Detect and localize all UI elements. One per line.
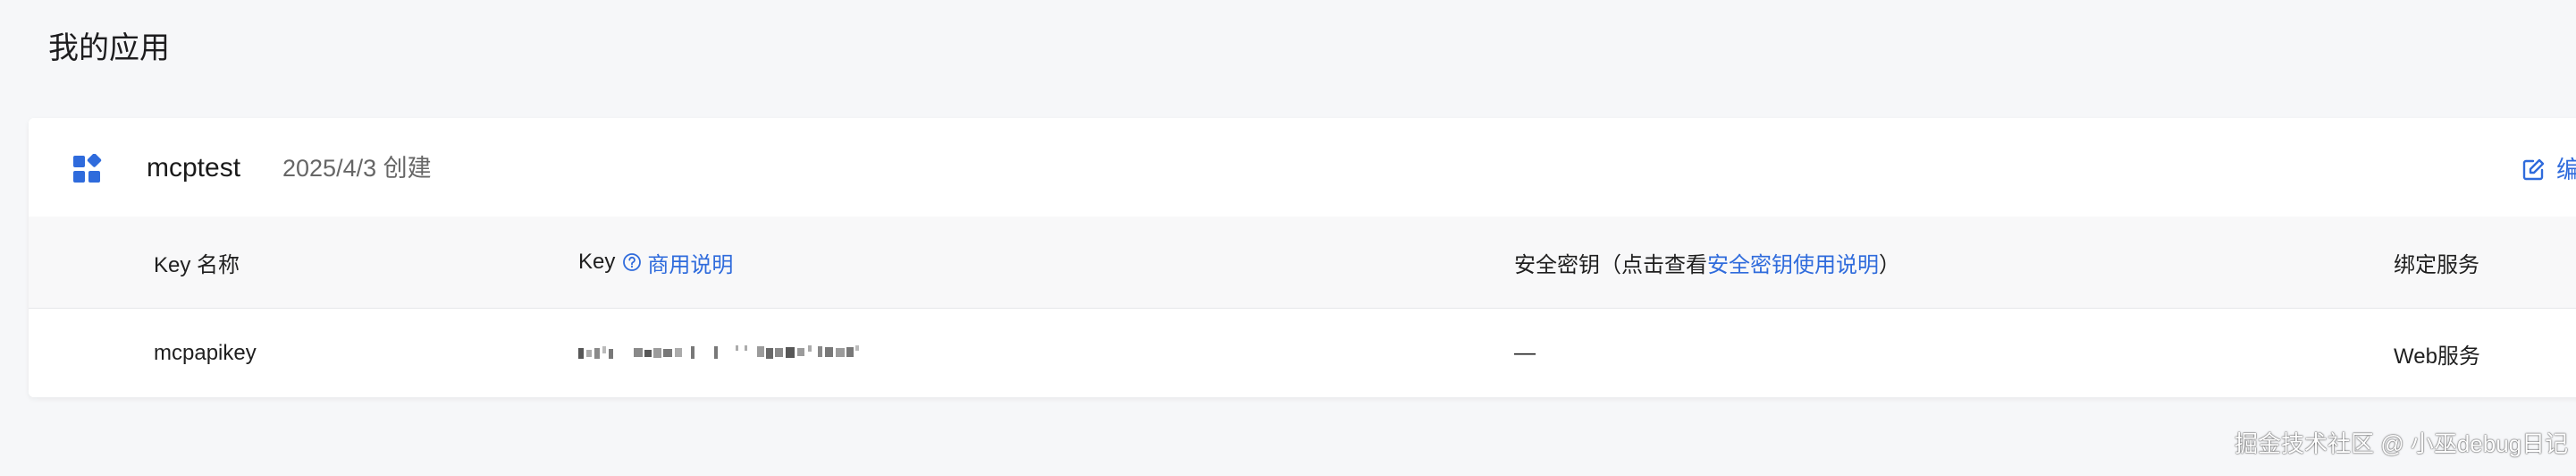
header-key: Key 商用说明 <box>578 217 733 308</box>
table-row: mcpapikey — Web服务 <box>29 309 2576 397</box>
key-table: Key 名称 Key 商用说明 安全密钥（点击查看 安全密钥使用说明） 绑定服务 … <box>29 217 2576 397</box>
header-secret-prefix: 安全密钥（点击查看 <box>1514 252 1707 277</box>
help-circle-icon[interactable] <box>622 252 642 272</box>
app-name: mcptest <box>147 153 241 183</box>
header-key-label: Key <box>578 250 616 274</box>
header-key-name: Key 名称 <box>154 252 240 277</box>
header-secret-suffix: ） <box>1879 252 1900 277</box>
app-card: mcptest 2025/4/3 创建 编辑 Key 名称 Key 商用说明 <box>29 118 2576 397</box>
row-bound-service: Web服务 <box>2394 344 2480 369</box>
app-grid-icon <box>73 154 102 183</box>
app-card-header: mcptest 2025/4/3 创建 编辑 <box>29 118 2576 217</box>
row-secret: — <box>1514 341 1536 365</box>
commercial-usage-link[interactable]: 商用说明 <box>647 247 733 278</box>
edit-icon <box>2522 158 2545 181</box>
header-bound-service: 绑定服务 <box>2394 252 2479 277</box>
edit-app-label: 编辑 <box>2556 157 2576 183</box>
edit-app-button[interactable]: 编辑 <box>2521 152 2576 188</box>
masked-key-value <box>578 345 859 359</box>
app-created-date: 2025/4/3 创建 <box>282 155 432 182</box>
header-secret: 安全密钥（点击查看 安全密钥使用说明） <box>1514 217 1900 308</box>
table-header-row: Key 名称 Key 商用说明 安全密钥（点击查看 安全密钥使用说明） 绑定服务 <box>29 217 2576 309</box>
watermark-text: 掘金技术社区 @ 小巫debug日记 <box>2235 430 2569 457</box>
row-key-value-masked[interactable] <box>578 309 977 397</box>
row-key-name: mcpapikey <box>154 341 257 365</box>
page-title: 我的应用 <box>48 31 170 65</box>
secret-usage-link[interactable]: 安全密钥使用说明 <box>1707 247 1879 278</box>
